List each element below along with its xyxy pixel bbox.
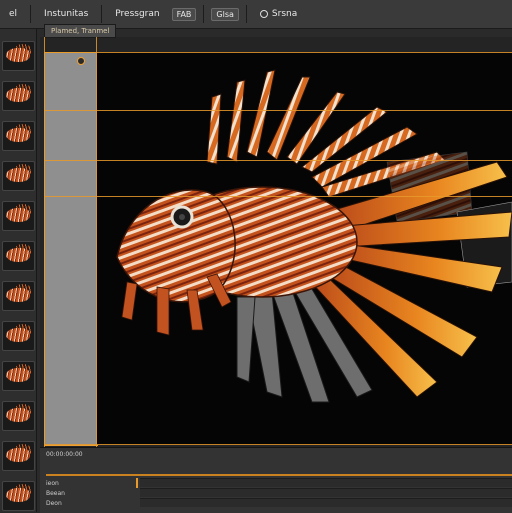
guide-line-horizontal[interactable] — [44, 196, 512, 197]
menu-separator — [101, 5, 103, 23]
guide-line-horizontal[interactable] — [44, 110, 512, 111]
timeline-timecode: 00:00:00:00 — [46, 451, 83, 458]
thumbnail[interactable] — [2, 81, 35, 111]
guide-line-vertical[interactable] — [44, 37, 45, 447]
guide-line-horizontal[interactable] — [44, 52, 512, 53]
thumbnail[interactable] — [2, 241, 35, 271]
thumbnail[interactable] — [2, 481, 35, 511]
menu-item-6-label: Srsna — [271, 9, 298, 19]
menu-separator — [30, 5, 32, 23]
circle-icon — [259, 10, 268, 18]
menu-item-5[interactable]: Glsa — [211, 7, 239, 21]
timeline-track[interactable] — [140, 478, 512, 487]
menu-separator — [245, 5, 247, 23]
thumbnail[interactable] — [2, 361, 35, 391]
timeline-track[interactable] — [140, 488, 512, 497]
document-tab[interactable]: Plamed, Tranmel — [44, 24, 117, 38]
thumbnail[interactable] — [2, 401, 35, 431]
side-panel — [44, 52, 98, 446]
thumbnail[interactable] — [2, 41, 35, 71]
menu-item-1[interactable]: el — [0, 0, 26, 28]
menu-separator — [203, 5, 205, 23]
thumbnail-sidebar — [0, 29, 37, 512]
thumbnail[interactable] — [2, 121, 35, 151]
timeline-track[interactable] — [140, 498, 512, 507]
anchor-handle[interactable] — [77, 57, 85, 65]
thumbnail[interactable] — [2, 161, 35, 191]
thumbnail[interactable] — [2, 321, 35, 351]
guide-line-vertical[interactable] — [96, 37, 97, 447]
timeline-row-label: Deon — [46, 500, 62, 507]
thumbnail[interactable] — [2, 281, 35, 311]
guide-line-horizontal[interactable] — [44, 160, 512, 161]
menu-item-6[interactable]: Srsna — [251, 0, 306, 28]
timeline-panel: 00:00:00:00 ieon Beean Deon — [40, 447, 512, 513]
thumbnail[interactable] — [2, 201, 35, 231]
thumbnail[interactable] — [2, 441, 35, 471]
menu-item-4[interactable]: FAB — [171, 7, 197, 21]
timeline-row-label: ieon — [46, 480, 59, 487]
timeline-row-label: Beean — [46, 490, 65, 497]
playhead[interactable] — [136, 478, 138, 488]
timeline-progress — [46, 474, 512, 476]
guide-line-horizontal[interactable] — [44, 444, 512, 445]
